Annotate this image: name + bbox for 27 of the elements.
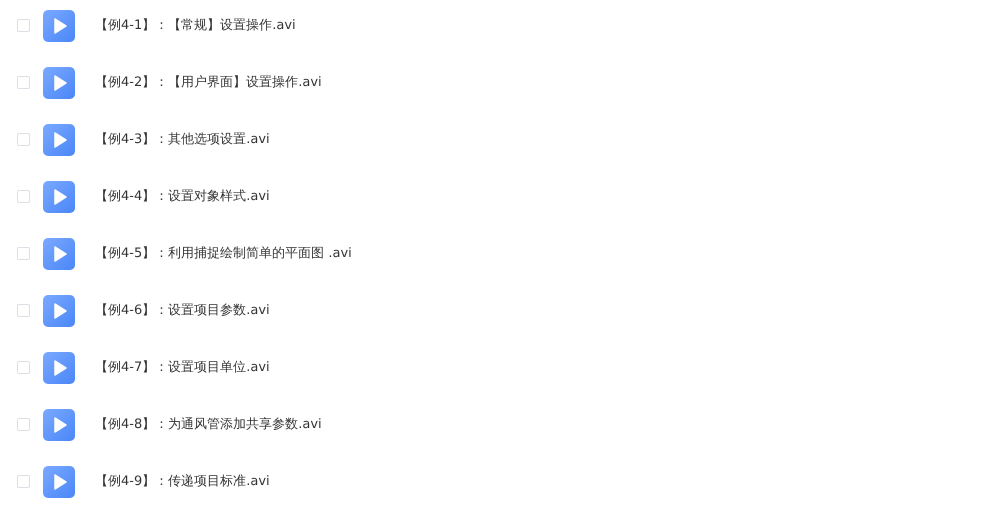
play-icon[interactable]	[43, 10, 75, 42]
checkbox[interactable]	[17, 190, 30, 203]
checkbox[interactable]	[17, 418, 30, 431]
checkbox[interactable]	[17, 247, 30, 260]
play-icon[interactable]	[43, 295, 75, 327]
play-icon[interactable]	[43, 409, 75, 441]
file-name[interactable]: 【例4-3】：其他选项设置.avi	[95, 124, 270, 156]
checkbox[interactable]	[17, 19, 30, 32]
play-icon[interactable]	[43, 466, 75, 498]
checkbox[interactable]	[17, 475, 30, 488]
checkbox[interactable]	[17, 361, 30, 374]
play-icon[interactable]	[43, 181, 75, 213]
file-name[interactable]: 【例4-5】：利用捕捉绘制简单的平面图 .avi	[95, 238, 352, 270]
file-name[interactable]: 【例4-8】：为通风管添加共享参数.avi	[95, 409, 322, 441]
file-name[interactable]: 【例4-2】：【用户界面】设置操作.avi	[95, 67, 322, 99]
checkbox[interactable]	[17, 304, 30, 317]
checkbox[interactable]	[17, 76, 30, 89]
play-icon[interactable]	[43, 67, 75, 99]
play-icon[interactable]	[43, 238, 75, 270]
file-name[interactable]: 【例4-6】：设置项目参数.avi	[95, 295, 270, 327]
file-name[interactable]: 【例4-9】：传递项目标准.avi	[95, 466, 270, 498]
play-icon[interactable]	[43, 352, 75, 384]
checkbox[interactable]	[17, 133, 30, 146]
file-name[interactable]: 【例4-1】：【常规】设置操作.avi	[95, 10, 296, 42]
file-name[interactable]: 【例4-4】：设置对象样式.avi	[95, 181, 270, 213]
file-name[interactable]: 【例4-7】：设置项目单位.avi	[95, 352, 270, 384]
play-icon[interactable]	[43, 124, 75, 156]
